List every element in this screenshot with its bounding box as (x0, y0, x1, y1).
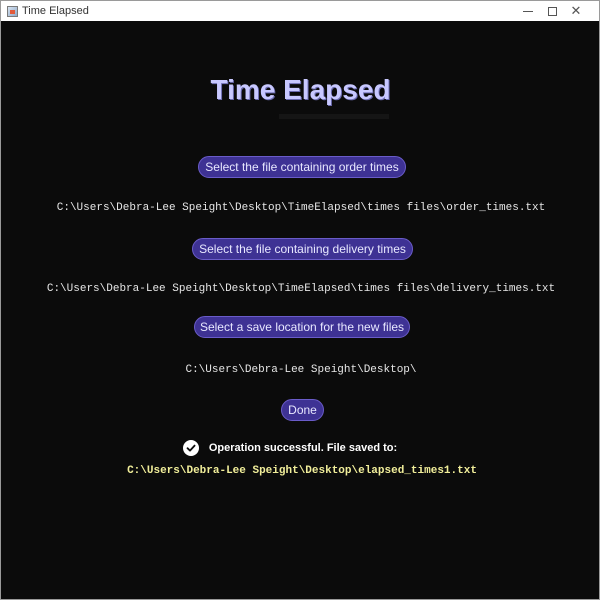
status-message: Operation successful. File saved to: (208, 442, 398, 454)
close-icon: ✕ (570, 3, 582, 19)
saved-file-path: C:\Users\Debra-Lee Speight\Desktop\elaps… (127, 465, 477, 477)
title-bar[interactable]: Time Elapsed ✕ (1, 1, 599, 21)
java-app-icon (7, 5, 18, 17)
main-content: Time Elapsed Select the file containing … (2, 22, 600, 600)
status-line: Operation successful. File saved to: (2, 440, 600, 456)
app-window: Time Elapsed ✕ Time Elapsed Select the f… (0, 0, 600, 600)
order-file-path: C:\Users\Debra-Lee Speight\Desktop\TimeE… (56, 202, 546, 214)
page-title: Time Elapsed (210, 74, 391, 105)
check-circle-icon (182, 440, 199, 456)
select-order-file-button[interactable]: Select the file containing order times (198, 156, 406, 178)
save-location-path: C:\Users\Debra-Lee Speight\Desktop\ (185, 364, 417, 376)
window-title: Time Elapsed (22, 5, 89, 17)
close-button[interactable]: ✕ (553, 1, 599, 21)
title-underline (279, 114, 389, 119)
delivery-file-path: C:\Users\Debra-Lee Speight\Desktop\TimeE… (46, 283, 556, 295)
select-save-location-button[interactable]: Select a save location for the new files (194, 316, 410, 338)
done-button[interactable]: Done (281, 399, 324, 421)
select-delivery-file-button[interactable]: Select the file containing delivery time… (192, 238, 413, 260)
